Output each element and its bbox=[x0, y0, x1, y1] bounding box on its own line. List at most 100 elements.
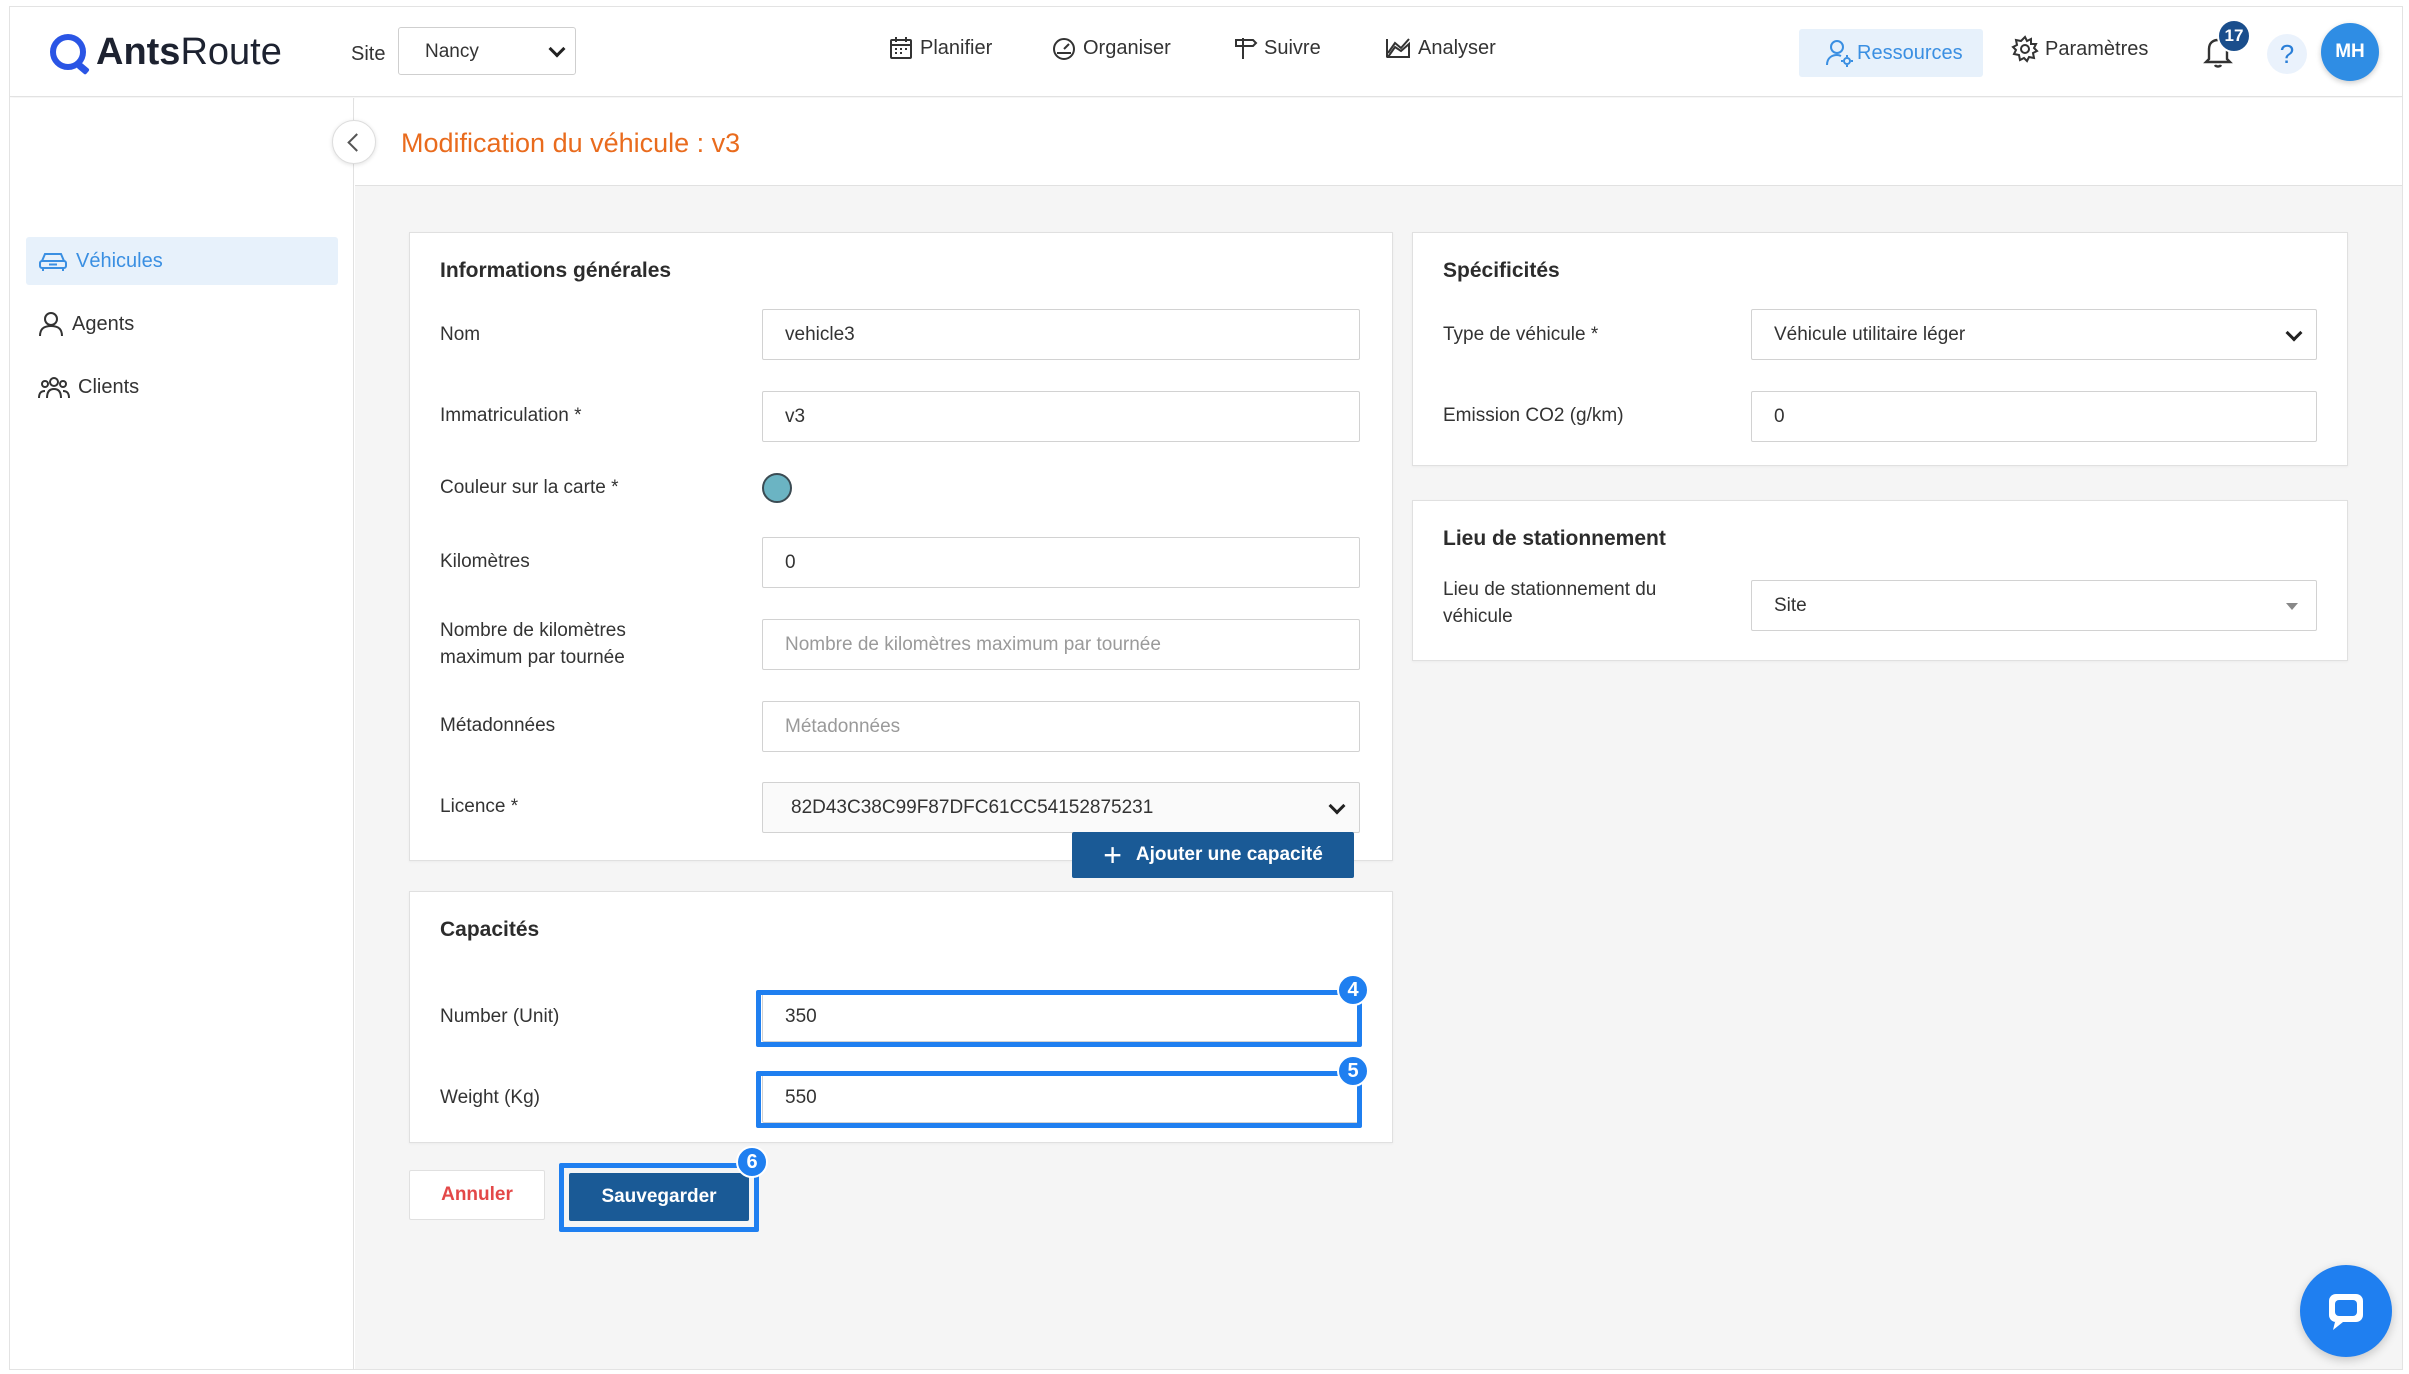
nav-analyser[interactable]: Analyser bbox=[1384, 35, 1496, 61]
couleur-label: Couleur sur la carte * bbox=[440, 477, 619, 498]
highlight-weight-kg bbox=[756, 1071, 1362, 1128]
top-bar: Ants Route Site Nancy Planifier Organiser… bbox=[10, 7, 2402, 97]
number-unit-label: Number (Unit) bbox=[440, 1006, 560, 1027]
users-group-icon bbox=[38, 377, 70, 399]
stationnement-title: Lieu de stationnement bbox=[1443, 527, 1666, 550]
nav-analyser-label: Analyser bbox=[1418, 36, 1496, 59]
logo-text-light: Route bbox=[180, 30, 282, 73]
stationnement-label-line2: véhicule bbox=[1443, 606, 1513, 627]
sidebar: Véhicules Agents Clients bbox=[10, 98, 354, 1369]
calendar-icon bbox=[890, 37, 912, 59]
nom-label: Nom bbox=[440, 324, 481, 345]
licence-value: 82D43C38C99F87DFC61CC54152875231 bbox=[791, 797, 1154, 818]
ressources-button[interactable]: Ressources bbox=[1799, 29, 1983, 77]
nom-input[interactable]: vehicle3 bbox=[762, 309, 1360, 360]
general-info-title: Informations générales bbox=[440, 259, 672, 282]
color-picker-swatch[interactable] bbox=[762, 473, 792, 503]
ressources-label: Ressources bbox=[1857, 41, 1963, 64]
logo-text-bold: Ants bbox=[96, 30, 181, 73]
capacites-title: Capacités bbox=[440, 918, 540, 941]
immatriculation-value: v3 bbox=[785, 406, 806, 427]
app-window: Ants Route Site Nancy Planifier Organiser… bbox=[9, 6, 2403, 1370]
save-button[interactable]: Sauvegarder bbox=[569, 1173, 749, 1221]
site-label: Site bbox=[351, 43, 386, 65]
cancel-button[interactable]: Annuler bbox=[409, 1170, 545, 1220]
metadonnees-input[interactable]: Métadonnées bbox=[762, 701, 1360, 752]
step-marker-5: 5 bbox=[1337, 1055, 1369, 1087]
site-select-value: Nancy bbox=[425, 41, 479, 62]
step-marker-4: 4 bbox=[1337, 974, 1369, 1006]
weight-kg-label: Weight (Kg) bbox=[440, 1087, 540, 1108]
parametres-button[interactable]: Paramètres bbox=[2011, 35, 2148, 63]
licence-label: Licence * bbox=[440, 796, 519, 817]
stationnement-value: Site bbox=[1774, 595, 1807, 616]
plus-icon: + bbox=[1103, 837, 1122, 873]
speedometer-icon bbox=[1053, 38, 1075, 60]
chevron-down-icon bbox=[2285, 324, 2303, 342]
sidebar-item-label: Clients bbox=[78, 375, 140, 398]
user-gear-icon bbox=[1826, 40, 1853, 67]
logo-icon bbox=[50, 34, 86, 70]
general-info-card: Informations générales Nom vehicle3 Imma… bbox=[409, 232, 1393, 861]
kilometres-input[interactable]: 0 bbox=[762, 537, 1360, 588]
specificites-title: Spécificités bbox=[1443, 259, 1560, 282]
step-marker-6: 6 bbox=[736, 1146, 768, 1178]
metadonnees-label: Métadonnées bbox=[440, 715, 556, 736]
licence-select[interactable]: 82D43C38C99F87DFC61CC54152875231 bbox=[762, 782, 1360, 833]
caret-down-icon bbox=[2286, 603, 2298, 610]
add-capacity-label: Ajouter une capacité bbox=[1135, 844, 1323, 865]
title-bar: Modification du véhicule : v3 bbox=[355, 98, 2402, 186]
immatriculation-input[interactable]: v3 bbox=[762, 391, 1360, 442]
chevron-down-icon bbox=[548, 40, 566, 58]
antsroute-logo[interactable]: Ants Route bbox=[50, 29, 282, 75]
type-vehicule-value: Véhicule utilitaire léger bbox=[1774, 324, 1966, 345]
sidebar-item-clients[interactable]: Clients bbox=[26, 363, 338, 411]
sidebar-collapse-button[interactable] bbox=[332, 120, 376, 164]
max-km-label: Nombre de kilomètres maximum par tournée bbox=[440, 617, 626, 671]
nom-value: vehicle3 bbox=[785, 324, 855, 345]
stationnement-card: Lieu de stationnement Lieu de stationnem… bbox=[1412, 500, 2348, 661]
stationnement-select[interactable]: Site bbox=[1751, 580, 2317, 631]
chat-bubble-icon bbox=[2329, 1294, 2363, 1330]
emission-co2-value: 0 bbox=[1774, 406, 1785, 427]
immatriculation-label: Immatriculation * bbox=[440, 405, 582, 426]
max-km-label-line1: Nombre de kilomètres bbox=[440, 620, 626, 641]
chevron-down-icon bbox=[1328, 797, 1346, 815]
parametres-label: Paramètres bbox=[2045, 37, 2149, 60]
site-select[interactable]: Nancy bbox=[398, 27, 576, 75]
nav-planifier[interactable]: Planifier bbox=[888, 35, 992, 61]
sidebar-item-agents[interactable]: Agents bbox=[26, 300, 338, 348]
gear-icon bbox=[2011, 35, 2039, 63]
notification-count-badge: 17 bbox=[2217, 19, 2251, 53]
max-km-placeholder: Nombre de kilomètres maximum par tournée bbox=[785, 634, 1161, 655]
page-title: Modification du véhicule : v3 bbox=[401, 128, 741, 158]
nav-planifier-label: Planifier bbox=[920, 36, 993, 59]
car-icon bbox=[39, 253, 67, 271]
sidebar-item-label: Agents bbox=[72, 312, 135, 335]
nav-suivre[interactable]: Suivre bbox=[1232, 35, 1321, 61]
emission-co2-input[interactable]: 0 bbox=[1751, 391, 2317, 442]
nav-suivre-label: Suivre bbox=[1264, 36, 1321, 59]
nav-organiser-label: Organiser bbox=[1083, 36, 1171, 59]
main-content: Modification du véhicule : v3 Informatio… bbox=[355, 98, 2402, 1369]
kilometres-label: Kilomètres bbox=[440, 551, 530, 572]
max-km-label-line2: maximum par tournée bbox=[440, 647, 625, 668]
stationnement-label-line1: Lieu de stationnement du bbox=[1443, 579, 1657, 600]
kilometres-value: 0 bbox=[785, 552, 796, 573]
nav-organiser[interactable]: Organiser bbox=[1051, 35, 1171, 61]
signpost-icon bbox=[1235, 38, 1258, 59]
sidebar-item-label: Véhicules bbox=[76, 249, 163, 272]
chat-widget-button[interactable] bbox=[2300, 1265, 2392, 1357]
chart-icon bbox=[1386, 38, 1410, 58]
user-avatar[interactable]: MH bbox=[2321, 23, 2379, 81]
specificites-card: Spécificités Type de véhicule * Véhicule… bbox=[1412, 232, 2348, 466]
type-vehicule-select[interactable]: Véhicule utilitaire léger bbox=[1751, 309, 2317, 360]
user-icon bbox=[39, 312, 63, 337]
metadonnees-placeholder: Métadonnées bbox=[785, 716, 901, 737]
add-capacity-button[interactable]: + Ajouter une capacité bbox=[1072, 832, 1354, 878]
sidebar-item-vehicules[interactable]: Véhicules bbox=[26, 237, 338, 285]
highlight-number-unit bbox=[756, 990, 1362, 1047]
stationnement-label: Lieu de stationnement du véhicule bbox=[1443, 576, 1656, 630]
max-km-input[interactable]: Nombre de kilomètres maximum par tournée bbox=[762, 619, 1360, 670]
help-button[interactable]: ? bbox=[2267, 34, 2307, 74]
